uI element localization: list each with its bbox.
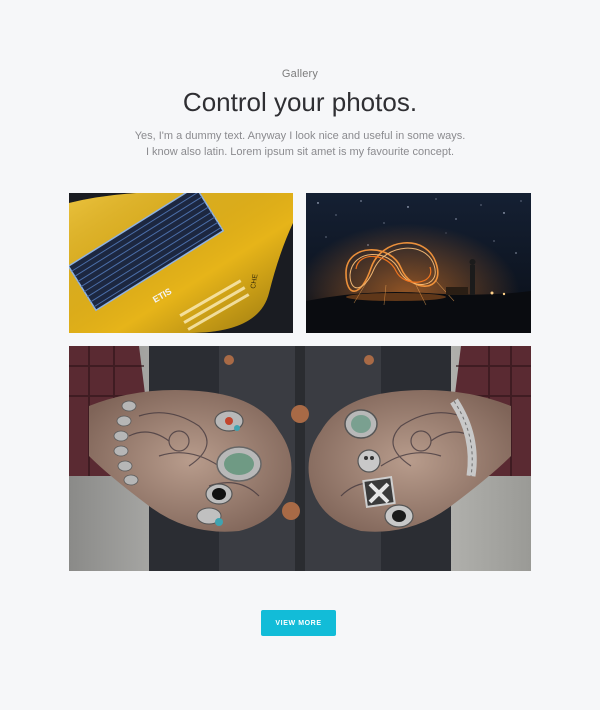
section-eyebrow: Gallery [281, 68, 319, 80]
gallery-photo-tattooed-hands[interactable] [69, 346, 531, 571]
description-line-1: Yes, I'm a dummy text. Anyway I look nic… [134, 130, 466, 142]
description-line-2: I know also latin. Lorem ipsum sit amet … [145, 146, 455, 158]
view-more-button[interactable]: VIEW MORE [261, 610, 336, 636]
gallery-section: Gallery Control your photos. Yes, I'm a … [0, 0, 600, 710]
section-description: Yes, I'm a dummy text. Anyway I look nic… [0, 128, 600, 160]
section-title: Control your photos. [182, 87, 418, 117]
gallery-photo-car[interactable]: ETIS CHE [69, 193, 293, 333]
gallery-photo-light-painting[interactable] [306, 193, 531, 333]
